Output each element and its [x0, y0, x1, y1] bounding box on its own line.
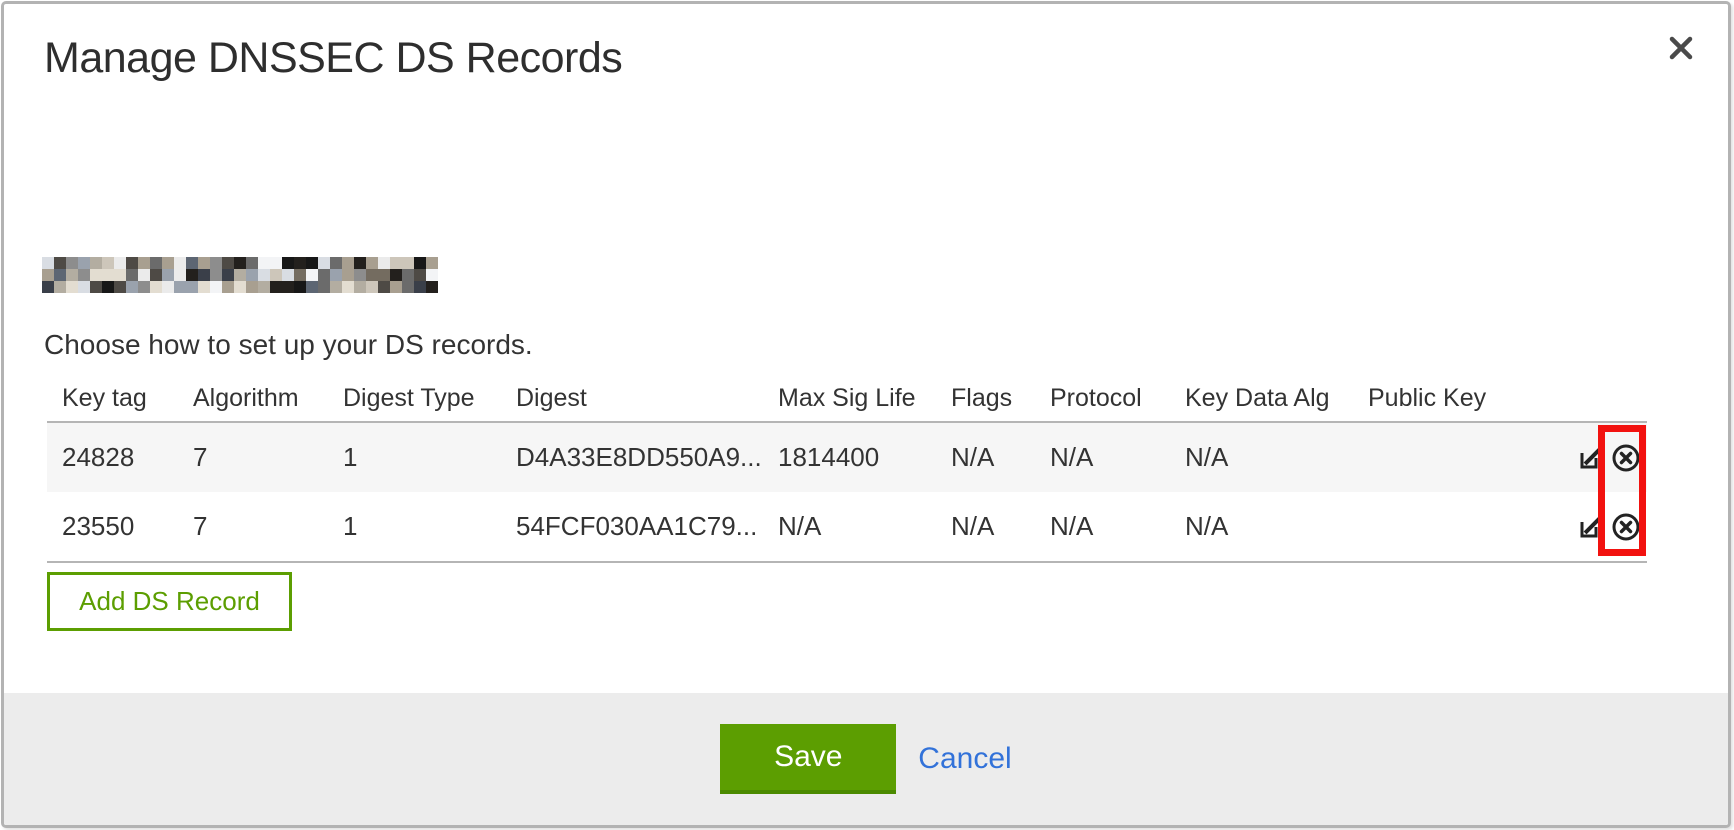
cell-key-tag: 24828 — [62, 442, 193, 473]
row-actions — [1555, 443, 1647, 473]
col-header-key-data-alg: Key Data Alg — [1185, 384, 1368, 413]
col-header-key-tag: Key tag — [62, 384, 193, 413]
cancel-link[interactable]: Cancel — [918, 742, 1011, 776]
table-row: 23550 7 1 54FCF030AA1C79... N/A N/A N/A … — [47, 492, 1647, 561]
col-header-algorithm: Algorithm — [193, 384, 343, 413]
cell-flags: N/A — [951, 442, 1050, 473]
cell-key-tag: 23550 — [62, 511, 193, 542]
col-header-digest-type: Digest Type — [343, 384, 516, 413]
col-header-digest: Digest — [516, 384, 778, 413]
cell-flags: N/A — [951, 511, 1050, 542]
cell-key-data-alg: N/A — [1185, 511, 1368, 542]
ds-records-table: Key tag Algorithm Digest Type Digest Max… — [47, 375, 1647, 563]
instruction-text: Choose how to set up your DS records. — [44, 329, 533, 361]
table-row: 24828 7 1 D4A33E8DD550A9... 1814400 N/A … — [47, 423, 1647, 492]
table-header-row: Key tag Algorithm Digest Type Digest Max… — [47, 375, 1647, 421]
cell-algorithm: 7 — [193, 511, 343, 542]
cell-protocol: N/A — [1050, 511, 1185, 542]
col-header-flags: Flags — [951, 384, 1050, 413]
edit-pencil-icon — [1577, 444, 1605, 472]
close-icon[interactable] — [1659, 26, 1703, 70]
edit-record-button[interactable] — [1576, 443, 1606, 473]
add-ds-record-button[interactable]: Add DS Record — [47, 572, 292, 631]
row-actions — [1555, 512, 1647, 542]
cell-key-data-alg: N/A — [1185, 442, 1368, 473]
col-header-max-sig-life: Max Sig Life — [778, 384, 951, 413]
cell-digest: 54FCF030AA1C79... — [516, 511, 778, 542]
save-button[interactable]: Save — [720, 724, 896, 794]
cell-protocol: N/A — [1050, 442, 1185, 473]
cell-max-sig-life: 1814400 — [778, 442, 951, 473]
delete-record-button[interactable] — [1611, 443, 1641, 473]
delete-record-button[interactable] — [1611, 512, 1641, 542]
edit-pencil-icon — [1577, 513, 1605, 541]
page-title: Manage DNSSEC DS Records — [44, 34, 622, 83]
cell-algorithm: 7 — [193, 442, 343, 473]
cell-max-sig-life: N/A — [778, 511, 951, 542]
col-header-public-key: Public Key — [1368, 384, 1555, 413]
col-header-protocol: Protocol — [1050, 384, 1185, 413]
edit-record-button[interactable] — [1576, 512, 1606, 542]
table-body: 24828 7 1 D4A33E8DD550A9... 1814400 N/A … — [47, 421, 1647, 563]
cell-digest: D4A33E8DD550A9... — [516, 442, 778, 473]
close-x-glyph — [1664, 31, 1698, 65]
cell-digest-type: 1 — [343, 442, 516, 473]
redacted-domain-name — [42, 257, 438, 293]
delete-x-circle-icon — [1611, 512, 1641, 542]
cell-digest-type: 1 — [343, 511, 516, 542]
modal-footer: Save Cancel — [4, 693, 1728, 825]
delete-x-circle-icon — [1611, 443, 1641, 473]
manage-dnssec-modal: Manage DNSSEC DS Records Choose how to s… — [1, 1, 1731, 828]
